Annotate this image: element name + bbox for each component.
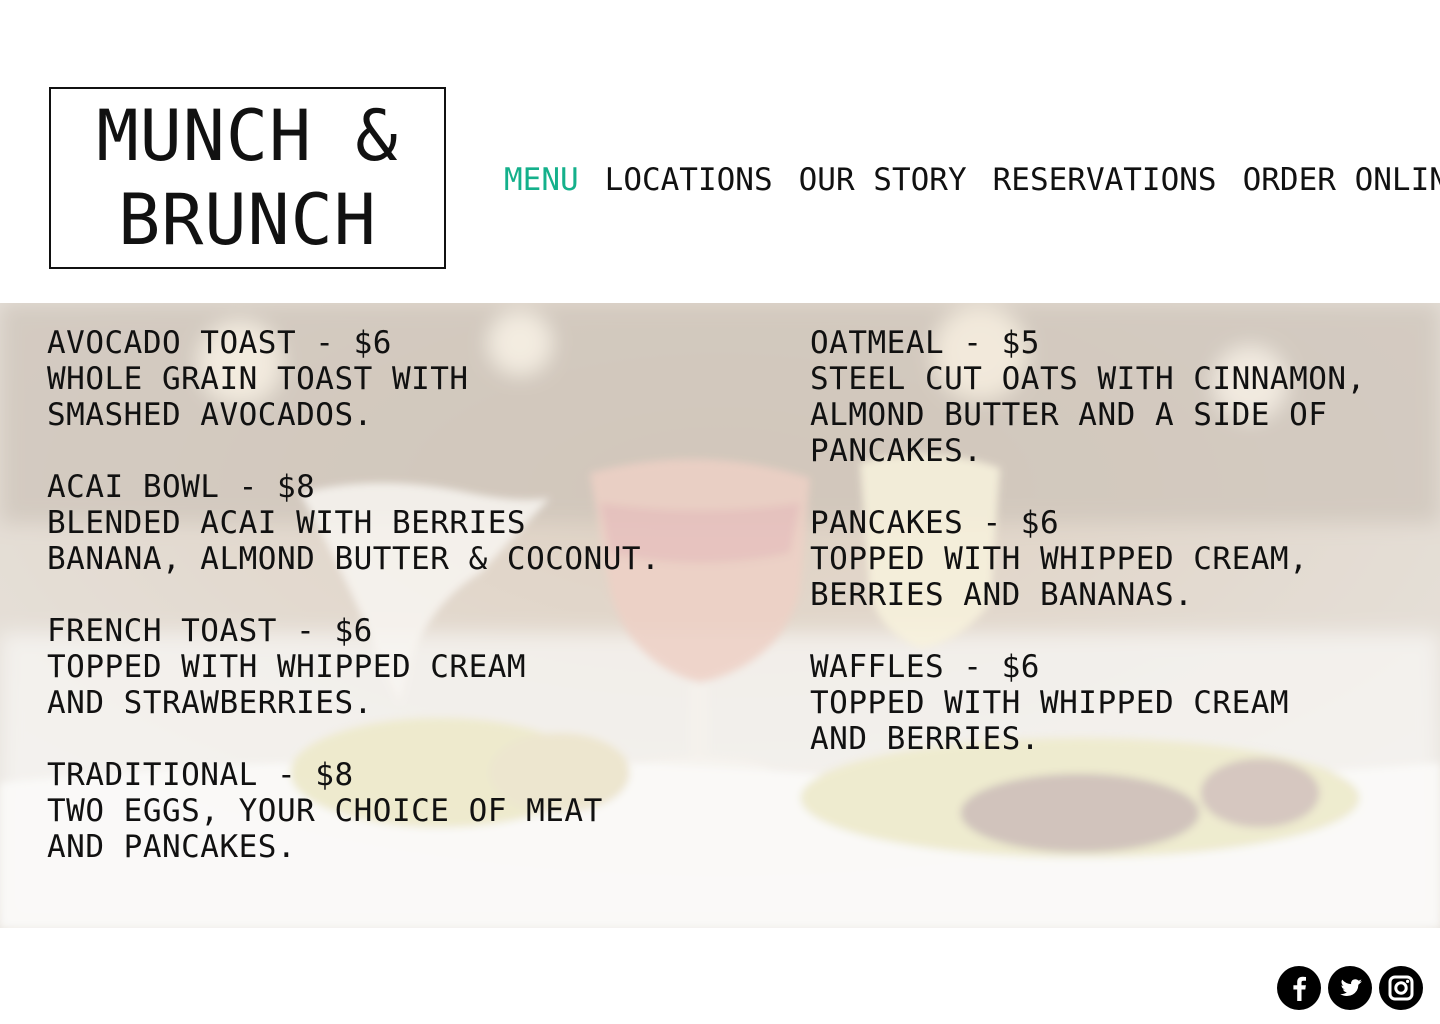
- nav-item-our-story[interactable]: OUR STORY: [799, 160, 967, 200]
- menu-item: PANCAKES - $6 TOPPED WITH WHIPPED CREAM,…: [810, 505, 1430, 613]
- menu-hero: AVOCADO TOAST - $6 WHOLE GRAIN TOAST WIT…: [0, 303, 1440, 928]
- brand-line-1: MUNCH &: [96, 95, 399, 177]
- menu-item-title: AVOCADO TOAST - $6: [47, 325, 392, 361]
- brand-line-2: BRUNCH: [118, 179, 377, 261]
- nav-item-menu[interactable]: MENU: [504, 160, 579, 200]
- menu-item: FRENCH TOAST - $6 TOPPED WITH WHIPPED CR…: [47, 613, 747, 721]
- menu-item-title: OATMEAL - $5: [810, 325, 1040, 361]
- twitter-icon[interactable]: [1328, 966, 1372, 1010]
- menu-item: OATMEAL - $5 STEEL CUT OATS WITH CINNAMO…: [810, 325, 1430, 469]
- main-nav: MENU LOCATIONS OUR STORY RESERVATIONS OR…: [504, 160, 1440, 200]
- menu-item: WAFFLES - $6 TOPPED WITH WHIPPED CREAM A…: [810, 649, 1430, 757]
- menu-item-title: PANCAKES - $6: [810, 505, 1060, 541]
- social-links: [1277, 966, 1423, 1010]
- menu-item-description: TOPPED WITH WHIPPED CREAM AND STRAWBERRI…: [47, 649, 527, 721]
- menu-item-description: TWO EGGS, YOUR CHOICE OF MEAT AND PANCAK…: [47, 793, 603, 865]
- menu-column-left: AVOCADO TOAST - $6 WHOLE GRAIN TOAST WIT…: [47, 325, 747, 901]
- menu-item-title: WAFFLES - $6: [810, 649, 1040, 685]
- menu-item-description: TOPPED WITH WHIPPED CREAM AND BERRIES.: [810, 685, 1290, 757]
- menu-item-description: TOPPED WITH WHIPPED CREAM, BERRIES AND B…: [810, 541, 1309, 613]
- menu-item: AVOCADO TOAST - $6 WHOLE GRAIN TOAST WIT…: [47, 325, 747, 433]
- nav-item-order-online[interactable]: ORDER ONLINE: [1243, 160, 1440, 200]
- menu-item-description: WHOLE GRAIN TOAST WITH SMASHED AVOCADOS.: [47, 361, 469, 433]
- menu-item-title: ACAI BOWL - $8: [47, 469, 316, 505]
- menu-item-title: TRADITIONAL - $8: [47, 757, 354, 793]
- brand-logo[interactable]: MUNCH & BRUNCH: [49, 87, 446, 269]
- facebook-icon[interactable]: [1277, 966, 1321, 1010]
- menu-item: TRADITIONAL - $8 TWO EGGS, YOUR CHOICE O…: [47, 757, 747, 865]
- instagram-icon[interactable]: [1379, 966, 1423, 1010]
- menu-column-right: OATMEAL - $5 STEEL CUT OATS WITH CINNAMO…: [810, 325, 1430, 793]
- nav-item-locations[interactable]: LOCATIONS: [605, 160, 773, 200]
- menu-item-description: STEEL CUT OATS WITH CINNAMON, ALMOND BUT…: [810, 361, 1366, 469]
- nav-item-reservations[interactable]: RESERVATIONS: [993, 160, 1217, 200]
- page: MUNCH & BRUNCH MENU LOCATIONS OUR STORY …: [0, 0, 1440, 1024]
- menu-item: ACAI BOWL - $8 BLENDED ACAI WITH BERRIES…: [47, 469, 747, 577]
- menu-item-description: BLENDED ACAI WITH BERRIES BANANA, ALMOND…: [47, 505, 661, 577]
- menu-item-title: FRENCH TOAST - $6: [47, 613, 373, 649]
